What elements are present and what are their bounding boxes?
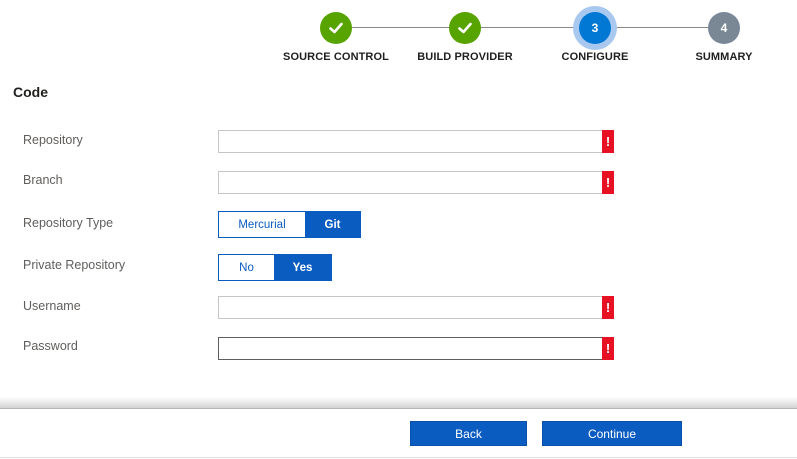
step-label-configure: CONFIGURE [561, 51, 629, 63]
repository-type-toggle: Mercurial Git [218, 211, 361, 238]
bottom-divider [0, 457, 797, 458]
branch-label: Branch [23, 173, 63, 187]
wizard-stepper: SOURCE CONTROL BUILD PROVIDER 3 CONFIGUR… [0, 0, 797, 75]
footer-divider [0, 408, 797, 409]
step-summary-number: 4 [708, 12, 740, 44]
back-button[interactable]: Back [410, 421, 527, 446]
error-icon: ! [602, 337, 614, 360]
step-label-build-provider: BUILD PROVIDER [417, 51, 513, 63]
password-input[interactable] [219, 338, 611, 359]
step-label-source-control: SOURCE CONTROL [283, 51, 389, 63]
continue-button[interactable]: Continue [542, 421, 682, 446]
username-label: Username [23, 299, 81, 313]
password-field: ! [218, 337, 614, 360]
private-repository-yes-option[interactable]: Yes [274, 255, 331, 280]
repository-type-git-option[interactable]: Git [305, 212, 360, 237]
repository-input[interactable] [219, 131, 611, 152]
password-label: Password [23, 339, 78, 353]
private-repository-no-option[interactable]: No [219, 255, 274, 280]
repository-label: Repository [23, 133, 83, 147]
username-input[interactable] [219, 297, 611, 318]
branch-field: ! [218, 171, 614, 194]
step-label-summary: SUMMARY [695, 51, 753, 63]
repository-type-mercurial-option[interactable]: Mercurial [219, 212, 305, 237]
step-build-provider-check-icon [449, 12, 481, 44]
private-repository-label: Private Repository [23, 258, 126, 272]
step-source-control-check-icon [320, 12, 352, 44]
repository-type-label: Repository Type [23, 216, 114, 230]
error-icon: ! [602, 171, 614, 194]
stepper-connector [352, 27, 724, 28]
repository-field: ! [218, 130, 614, 153]
section-title: Code [13, 84, 48, 100]
username-field: ! [218, 296, 614, 319]
error-icon: ! [602, 296, 614, 319]
branch-input[interactable] [219, 172, 611, 193]
step-configure-number: 3 [579, 12, 611, 44]
error-icon: ! [602, 130, 614, 153]
private-repository-toggle: No Yes [218, 254, 332, 281]
